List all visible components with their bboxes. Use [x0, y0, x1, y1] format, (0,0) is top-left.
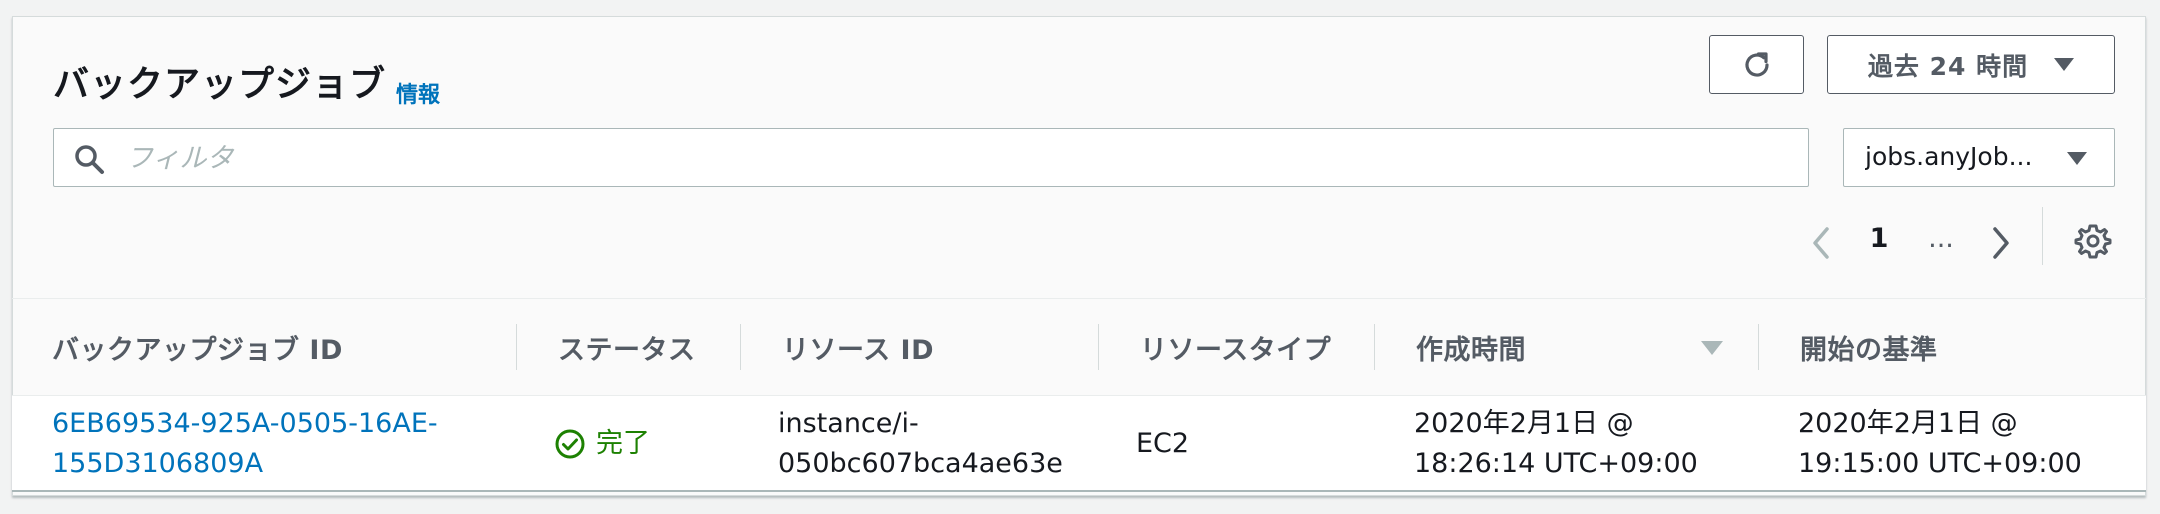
column-header-creation-time[interactable]: 作成時間: [1416, 299, 1526, 395]
next-page-button[interactable]: [1981, 213, 2021, 273]
sort-descending-icon[interactable]: [1701, 341, 1723, 355]
success-check-icon: [555, 429, 585, 459]
gear-icon: [2074, 224, 2112, 259]
caret-down-icon: [2054, 58, 2075, 71]
chevron-right-icon: [1993, 227, 2009, 259]
creation-time-cell: 2020年2月1日 @ 18:26:14 UTC+09:00: [1414, 404, 1698, 484]
resource-type-cell: EC2: [1136, 428, 1190, 459]
job-id-line-1[interactable]: 6EB69534-925A-0505-16AE-: [52, 404, 438, 444]
refresh-button[interactable]: [1709, 35, 1804, 94]
chevron-left-icon: [1813, 227, 1829, 259]
time-range-dropdown[interactable]: 過去 24 時間: [1827, 35, 2115, 94]
previous-page-button[interactable]: [1801, 213, 1841, 273]
pagination-divider: [2042, 207, 2043, 265]
resource-id-line-2: 050bc607bca4ae63e: [778, 448, 1063, 479]
creation-time-line-2: 18:26:14 UTC+09:00: [1414, 448, 1698, 479]
job-type-select[interactable]: jobs.anyJob...: [1843, 128, 2115, 187]
job-id-link[interactable]: 6EB69534-925A-0505-16AE- 155D3106809A: [52, 404, 438, 484]
status-text: 完了: [596, 428, 650, 459]
status-cell: 完了: [554, 424, 650, 464]
column-divider[interactable]: [1098, 324, 1099, 370]
column-divider[interactable]: [516, 324, 517, 370]
pagination-ellipsis: ...: [1928, 223, 1954, 254]
job-id-line-2[interactable]: 155D3106809A: [52, 444, 438, 484]
table-row: 6EB69534-925A-0505-16AE- 155D3106809A 完了…: [12, 396, 2146, 492]
filter-input[interactable]: [124, 129, 1788, 188]
filter-box: [53, 128, 1809, 188]
table-header: バックアップジョブ ID ステータス リソース ID リソースタイプ 作成時間 …: [12, 298, 2146, 396]
job-type-selected: jobs.anyJob...: [1865, 142, 2033, 171]
start-by-line-2: 19:15:00 UTC+09:00: [1798, 448, 2082, 479]
creation-time-line-1: 2020年2月1日 @: [1414, 408, 1634, 439]
column-header-job-id[interactable]: バックアップジョブ ID: [52, 299, 343, 395]
resource-id-cell: instance/i- 050bc607bca4ae63e: [778, 404, 1063, 484]
column-header-status[interactable]: ステータス: [558, 299, 696, 395]
column-divider[interactable]: [740, 324, 741, 370]
start-by-line-1: 2020年2月1日 @: [1798, 408, 2018, 439]
column-divider[interactable]: [1758, 324, 1759, 370]
time-range-label: 過去 24 時間: [1867, 51, 2029, 81]
column-divider[interactable]: [1374, 324, 1375, 370]
page-number-1[interactable]: 1: [1859, 223, 1899, 283]
column-header-resource-type[interactable]: リソースタイプ: [1140, 299, 1331, 395]
column-header-resource-id[interactable]: リソース ID: [782, 299, 934, 395]
column-header-start-by[interactable]: 開始の基準: [1800, 299, 1938, 395]
search-icon: [75, 145, 104, 174]
page-title: バックアップジョブ: [53, 64, 387, 105]
refresh-icon: [1744, 51, 1769, 77]
resource-id-line-1: instance/i-: [778, 408, 919, 439]
start-by-cell: 2020年2月1日 @ 19:15:00 UTC+09:00: [1798, 404, 2082, 484]
info-link[interactable]: 情報: [396, 77, 440, 109]
caret-down-icon: [2067, 152, 2087, 165]
preferences-button[interactable]: [2071, 219, 2115, 263]
